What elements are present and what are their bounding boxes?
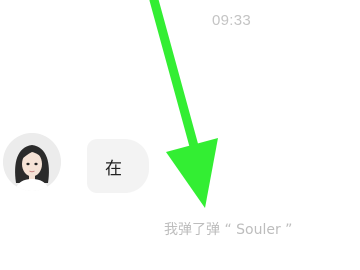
message-timestamp: 09:33 xyxy=(212,12,252,29)
message-text: 在 xyxy=(105,158,122,179)
sender-avatar[interactable] xyxy=(3,133,61,191)
system-notice: 我弹了弹 “ Souler ” xyxy=(164,222,293,238)
female-avatar-icon xyxy=(3,133,61,191)
message-bubble[interactable]: 在 xyxy=(87,139,149,193)
chat-screen: 09:33 在 我弹了弹 “ Souler ” xyxy=(0,0,360,270)
